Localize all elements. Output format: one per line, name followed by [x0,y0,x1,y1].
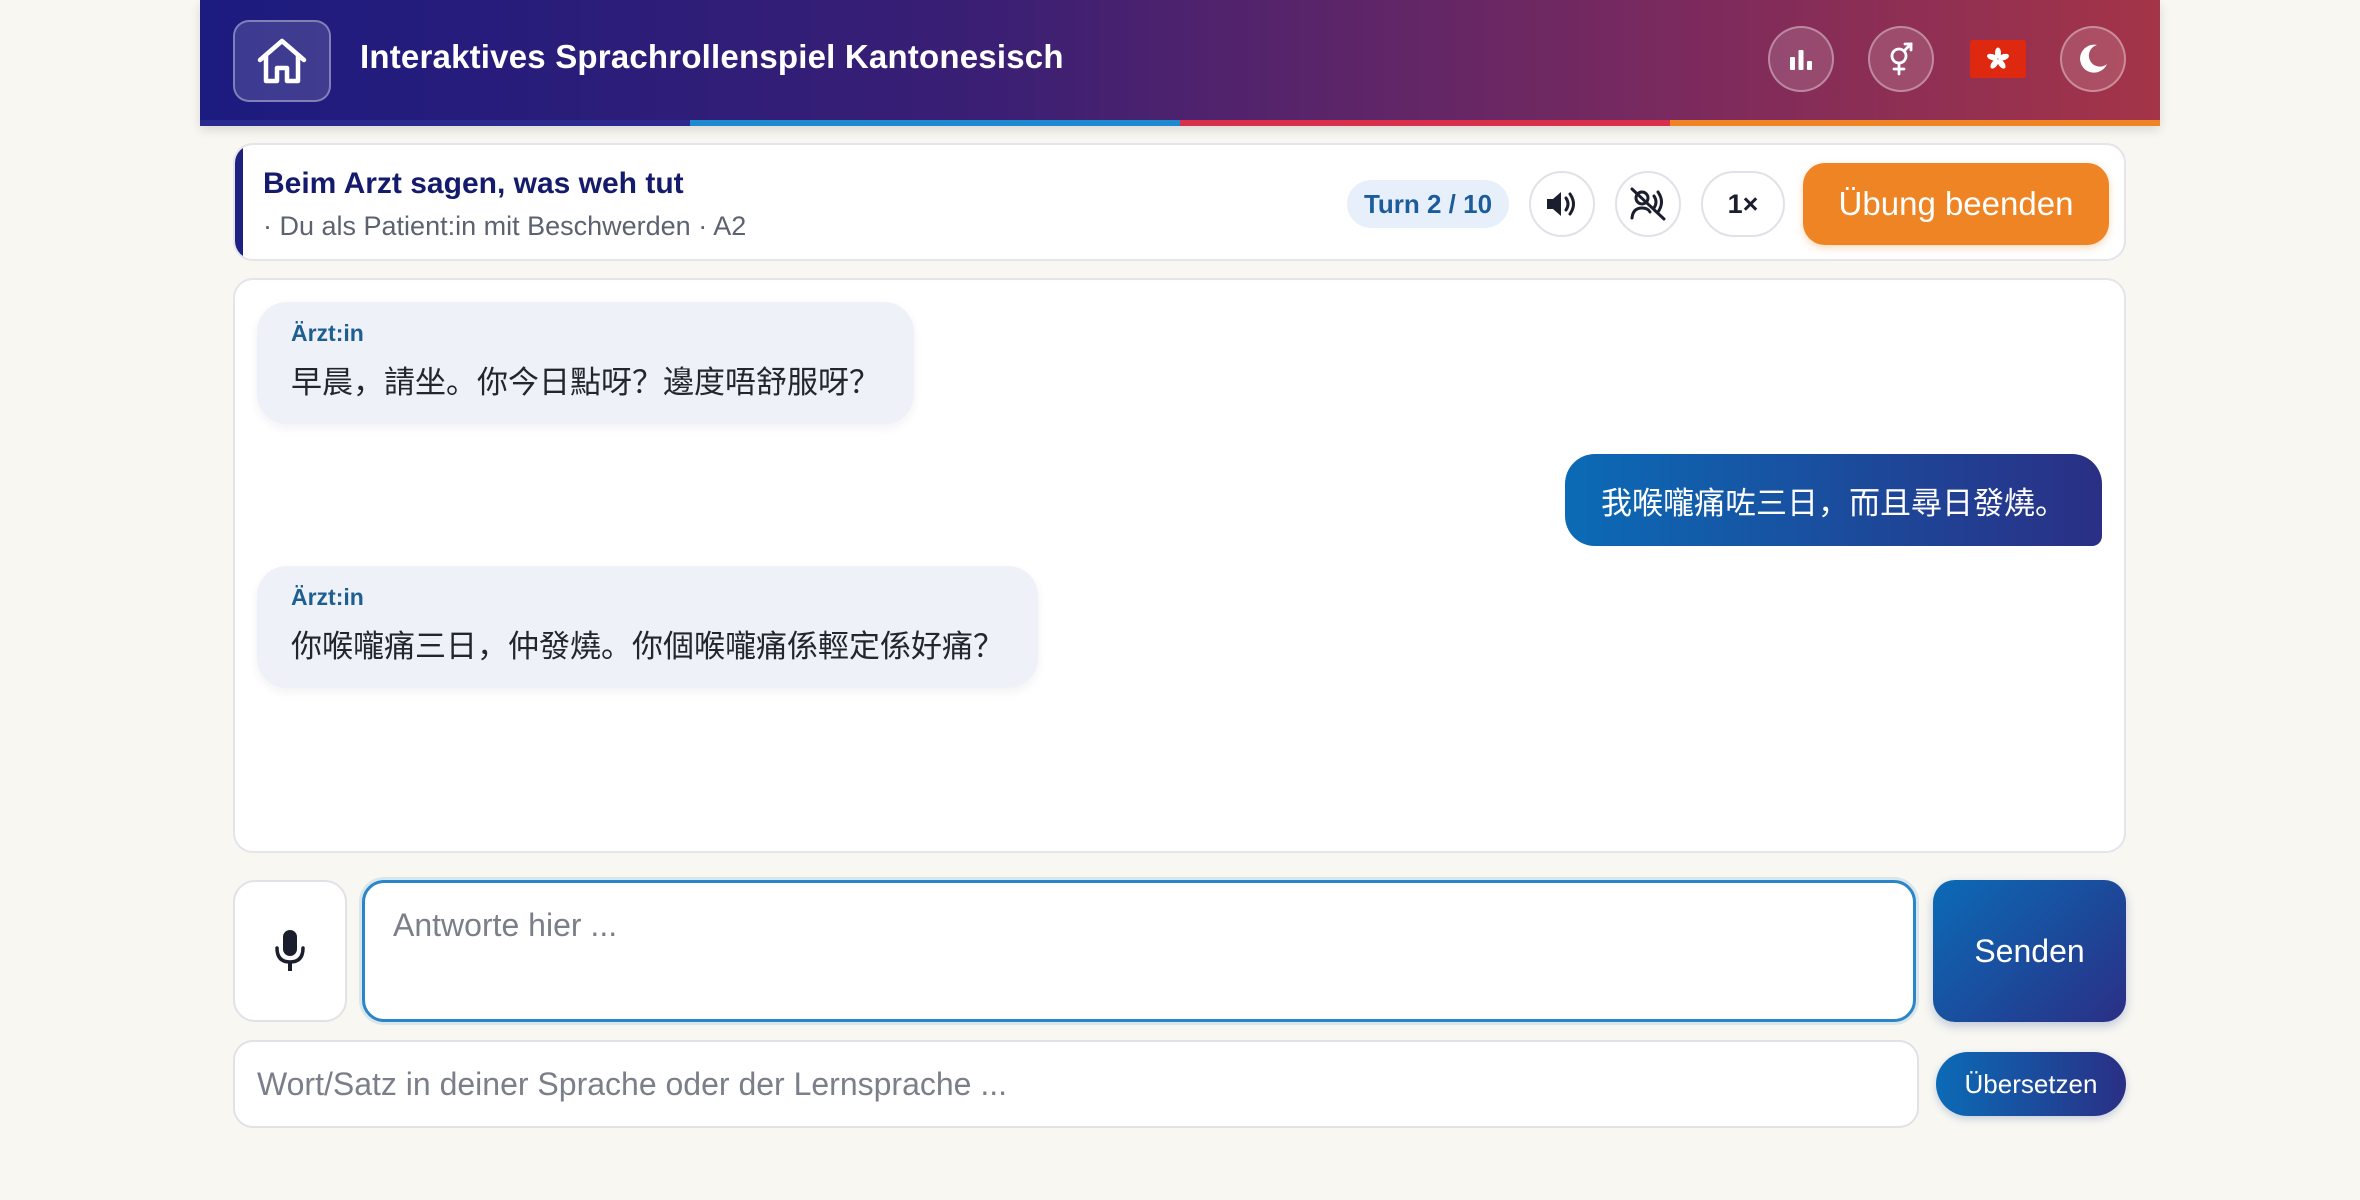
stats-icon [1790,50,1812,70]
translate-button[interactable]: Übersetzen [1936,1052,2126,1116]
voice-mute-button[interactable] [1615,171,1681,237]
playback-speed-button[interactable]: 1× [1701,171,1785,237]
scenario-title: Beim Arzt sagen, was weh tut [263,167,684,200]
chat-panel: Ärzt:in 早晨，請坐。你今日點呀？邊度唔舒服呀？ 我喉嚨痛咗三日，而且尋日… [233,278,2126,853]
hong-kong-flag-icon [1986,47,2010,69]
translate-input[interactable] [233,1040,1919,1128]
microphone-icon [275,930,305,971]
message-speaker: Ärzt:in [291,320,364,346]
home-icon [257,38,307,84]
speaker-icon [1547,192,1575,216]
user-message: 我喉嚨痛咗三日，而且尋日發燒。 [1565,454,2102,546]
gender-button[interactable] [1868,26,1934,92]
header-color-stripe [200,120,2160,126]
home-button[interactable] [233,20,331,102]
dark-mode-button[interactable] [2060,26,2126,92]
scenario-bar: Beim Arzt sagen, was weh tut · Du als Pa… [233,143,2126,261]
audio-on-button[interactable] [1529,171,1595,237]
speaker-muted-icon [1630,187,1666,221]
gender-icon [1890,42,1913,76]
answer-input[interactable] [362,880,1916,1022]
message-speaker: Ärzt:in [291,584,364,610]
partner-message: Ärzt:in 早晨，請坐。你今日點呀？邊度唔舒服呀？ [257,302,914,424]
app-root: Interaktives Sprachrollenspiel Kantonesi… [200,0,2160,1200]
stats-button[interactable] [1768,26,1834,92]
language-flag-button[interactable] [1970,40,2026,78]
scenario-subtitle: · Du als Patient:in mit Beschwerden · A2 [263,211,747,241]
send-button[interactable]: Senden [1933,880,2126,1022]
microphone-button[interactable] [233,880,347,1022]
app-title: Interaktives Sprachrollenspiel Kantonesi… [360,38,1064,75]
partner-message: Ärzt:in 你喉嚨痛三日，仲發燒。你個喉嚨痛係輕定係好痛？ [257,566,1038,688]
end-exercise-button[interactable]: Übung beenden [1803,163,2109,245]
message-text: 早晨，請坐。你今日點呀？邊度唔舒服呀？ [291,365,880,400]
moon-icon [2080,44,2107,73]
app-header: Interaktives Sprachrollenspiel Kantonesi… [200,0,2160,126]
message-text: 你喉嚨痛三日，仲發燒。你個喉嚨痛係輕定係好痛？ [291,629,1004,664]
turn-counter-badge: Turn 2 / 10 [1347,180,1509,228]
